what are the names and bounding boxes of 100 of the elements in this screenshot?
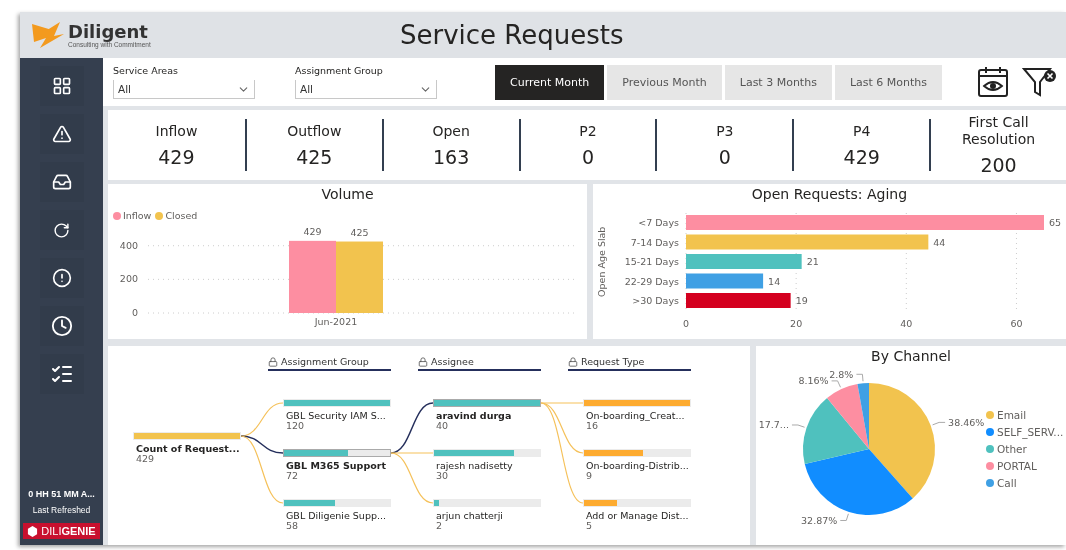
node-value: 30 <box>436 471 449 481</box>
chart-title: By Channel <box>871 348 951 364</box>
sidebar-button[interactable] <box>39 258 84 298</box>
warning-icon <box>51 124 72 144</box>
chart-title: Open Requests: Aging <box>751 186 908 202</box>
data-label: 17.7... <box>758 419 789 431</box>
sidebar-button[interactable] <box>39 354 84 394</box>
refresh-time: 0 HH 51 MM A... <box>28 489 95 499</box>
node-value: 5 <box>586 521 594 531</box>
node-value: 2 <box>436 521 443 531</box>
axis-category-label: 22-29 Days <box>624 275 679 287</box>
node-value: 16 <box>586 421 599 431</box>
lock-icon <box>268 356 278 367</box>
legend-dot <box>986 462 994 470</box>
node-value: 40 <box>436 421 450 431</box>
sidebar-button[interactable] <box>39 66 84 106</box>
node-label[interactable]: On-boarding_Creat... <box>586 410 691 421</box>
bar-track[interactable] <box>283 449 391 457</box>
kpi-value: 200 <box>980 154 1017 176</box>
node-label[interactable]: aravind durga <box>436 410 541 421</box>
node-value: 429 <box>136 454 156 464</box>
filter-dropdown[interactable]: All <box>113 80 255 99</box>
axis-tick-label: 0 <box>131 307 138 318</box>
axis-title: Open Age Slab <box>596 226 607 297</box>
sidebar-button[interactable] <box>39 210 84 250</box>
refresh-label: Last Refreshed <box>32 505 91 515</box>
leader-line <box>791 424 806 428</box>
legend-dot <box>986 411 994 419</box>
calendar-eye-icon[interactable] <box>976 65 1010 99</box>
axis-tick-label: 400 <box>119 239 138 251</box>
kpi-value: 429 <box>843 145 880 168</box>
axis-tick-label: 20 <box>790 317 803 329</box>
legend-dot <box>986 428 994 436</box>
legend-label: Inflow <box>123 210 152 221</box>
data-label: 21 <box>806 256 819 267</box>
axis-category-label: <7 Days <box>638 217 679 228</box>
data-label: 425 <box>350 226 369 238</box>
lock-icon <box>568 356 578 367</box>
data-label: 2.8% <box>829 368 854 380</box>
node-label[interactable]: GBL M365 Support <box>286 460 391 471</box>
chart-title: Volume <box>321 186 374 202</box>
legend-dot <box>986 445 994 453</box>
filter-label: Service Areas <box>113 65 179 76</box>
hexagon-icon <box>27 525 39 537</box>
logo-icon <box>30 20 66 50</box>
alert-circle-icon <box>51 268 72 288</box>
kpi-label: Open <box>432 122 470 140</box>
sidebar-button[interactable] <box>39 162 84 202</box>
sidebar-button[interactable] <box>39 114 84 154</box>
node-label[interactable]: Add or Manage Dist... <box>586 510 691 521</box>
node-value: 9 <box>586 471 593 481</box>
column-header[interactable]: Assignee <box>431 356 474 367</box>
leader-line <box>831 380 841 388</box>
legend-label: Closed <box>165 210 198 221</box>
axis-tick-label: 0 <box>683 317 689 329</box>
period-tab[interactable]: Current Month <box>495 64 605 100</box>
axis-category-label: 15-21 Days <box>624 256 679 267</box>
kpi-value: 0 <box>718 145 731 168</box>
sidebar-button[interactable] <box>39 306 84 346</box>
data-label: 38.46% <box>948 416 985 428</box>
node-label: Count of Request... <box>136 443 241 454</box>
leader-line <box>932 421 946 426</box>
clock-icon <box>50 315 73 337</box>
inbox-icon <box>51 172 72 192</box>
period-tab[interactable]: Last 6 Months <box>834 64 942 100</box>
column-header[interactable]: Request Type <box>581 356 645 367</box>
axis-tick-label: 60 <box>1010 317 1023 329</box>
axis-category-label: 7-14 Days <box>630 236 679 248</box>
data-label: 8.16% <box>798 375 829 387</box>
node-value: 58 <box>286 521 300 531</box>
data-label: 19 <box>795 295 808 306</box>
kpi-label: P4 <box>853 122 871 140</box>
kpi-label: P2 <box>579 122 597 140</box>
node-label[interactable]: GBL Security IAM S... <box>286 410 391 421</box>
node-value: 120 <box>286 421 306 431</box>
legend-label: Email <box>997 409 1027 421</box>
node-label[interactable]: rajesh nadisetty <box>436 460 541 471</box>
column-header[interactable]: Assignment Group <box>281 356 369 367</box>
page-title: Service Requests <box>400 20 624 50</box>
kpi-value: 425 <box>296 145 333 168</box>
lock-icon <box>418 356 428 367</box>
axis-category-label: Jun-2021 <box>314 316 358 327</box>
kpi-value: 429 <box>158 145 195 168</box>
kpi-value: 0 <box>581 145 595 168</box>
data-label: 429 <box>303 225 322 237</box>
filter-dropdown[interactable]: All <box>295 80 437 99</box>
legend-label: Other <box>997 443 1027 455</box>
product-name: DILIGENIE <box>41 525 96 537</box>
period-tab[interactable]: Previous Month <box>607 64 722 100</box>
data-label: 32.87% <box>801 515 838 526</box>
kpi-label: First Call Resolution <box>961 114 1037 148</box>
node-label[interactable]: arjun chatterji <box>436 510 541 521</box>
node-label[interactable]: GBL Diligenie Supp... <box>286 510 391 521</box>
node-label[interactable]: On-boarding-Distrib... <box>586 460 691 471</box>
period-tab[interactable]: Last 3 Months <box>724 64 832 100</box>
filter-label: Assignment Group <box>295 65 384 76</box>
refresh-icon <box>53 221 70 239</box>
leader-line <box>855 373 864 382</box>
axis-tick-label: 200 <box>119 273 138 285</box>
filter-clear-icon[interactable] <box>1022 65 1058 99</box>
